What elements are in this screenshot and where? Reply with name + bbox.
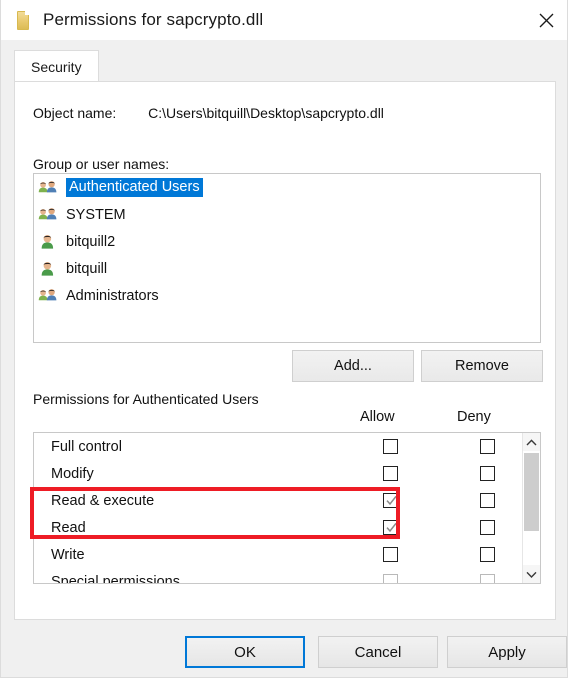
checkbox-allow[interactable]	[383, 547, 398, 562]
cancel-button[interactable]: Cancel	[318, 636, 438, 668]
checkbox-deny[interactable]	[480, 466, 495, 481]
chevron-up-icon[interactable]	[523, 433, 540, 451]
ok-button[interactable]: OK	[185, 636, 305, 668]
column-header-allow: Allow	[360, 409, 395, 425]
add-button[interactable]: Add...	[292, 350, 414, 382]
remove-button-label: Remove	[455, 358, 509, 374]
checkbox-allow[interactable]	[383, 574, 398, 583]
list-item-label: SYSTEM	[66, 206, 126, 223]
user-icon	[38, 259, 58, 279]
column-header-deny: Deny	[457, 409, 491, 425]
table-row: Write	[34, 541, 523, 568]
group-icon	[38, 178, 58, 198]
chevron-down-icon[interactable]	[523, 565, 540, 583]
tab-strip: Security	[1, 40, 567, 82]
list-item-label: Authenticated Users	[66, 178, 203, 197]
add-button-label: Add...	[334, 358, 372, 374]
checkbox-deny[interactable]	[480, 493, 495, 508]
document-icon	[13, 10, 33, 30]
table-row: Read	[34, 514, 523, 541]
apply-button-label: Apply	[488, 643, 526, 661]
checkbox-allow[interactable]	[383, 439, 398, 454]
checkbox-allow[interactable]	[383, 493, 398, 508]
table-row: Special permissions	[34, 568, 523, 584]
permission-name: Write	[51, 546, 85, 563]
scrollbar-thumb[interactable]	[524, 453, 539, 531]
permissions-list[interactable]: Full control Modify Read & execute Read Writ…	[33, 432, 541, 584]
ok-button-label: OK	[234, 643, 256, 661]
group-icon	[38, 286, 58, 306]
tab-security[interactable]: Security	[14, 50, 99, 82]
group-or-user-names-label: Group or user names:	[33, 156, 170, 172]
apply-button[interactable]: Apply	[447, 636, 567, 668]
permissions-title: Permissions for Authenticated Users	[33, 391, 259, 407]
checkbox-deny[interactable]	[480, 547, 495, 562]
security-tab-panel: Object name: C:\Users\bitquill\Desktop\s…	[14, 81, 556, 620]
object-name-row: Object name: C:\Users\bitquill\Desktop\s…	[33, 105, 384, 121]
permission-name: Read	[51, 519, 86, 536]
window-title: Permissions for sapcrypto.dll	[43, 10, 264, 29]
list-item[interactable]: bitquill	[34, 255, 540, 282]
table-row: Modify	[34, 460, 523, 487]
table-row: Full control	[34, 433, 523, 460]
permission-name: Special permissions	[51, 573, 180, 584]
permissions-rows: Full control Modify Read & execute Read Writ…	[34, 433, 523, 584]
table-row: Read & execute	[34, 487, 523, 514]
close-icon[interactable]	[523, 0, 567, 40]
tab-security-label: Security	[31, 58, 82, 75]
permission-name: Read & execute	[51, 492, 155, 509]
permission-name: Full control	[51, 438, 122, 455]
permissions-dialog: Permissions for sapcrypto.dll Security O…	[0, 0, 568, 678]
list-item-label: bitquill2	[66, 233, 116, 250]
object-name-value: C:\Users\bitquill\Desktop\sapcrypto.dll	[148, 105, 384, 121]
list-item-label: Administrators	[66, 287, 159, 304]
list-item[interactable]: bitquill2	[34, 228, 540, 255]
cancel-button-label: Cancel	[354, 643, 402, 661]
user-icon	[38, 232, 58, 252]
list-item[interactable]: Authenticated Users	[34, 174, 540, 201]
group-icon	[38, 205, 58, 225]
group-or-user-names-list[interactable]: Authenticated Users SYSTEM bitquill2 bitqui…	[33, 173, 541, 343]
permissions-scrollbar[interactable]	[522, 433, 540, 583]
checkbox-allow[interactable]	[383, 466, 398, 481]
checkbox-deny[interactable]	[480, 520, 495, 535]
checkbox-deny[interactable]	[480, 574, 495, 583]
list-item[interactable]: SYSTEM	[34, 201, 540, 228]
remove-button[interactable]: Remove	[421, 350, 543, 382]
object-name-label: Object name:	[33, 105, 117, 121]
checkbox-deny[interactable]	[480, 439, 495, 454]
list-item-label: bitquill	[66, 260, 108, 277]
title-bar: Permissions for sapcrypto.dll	[1, 0, 567, 40]
list-item[interactable]: Administrators	[34, 282, 540, 309]
checkbox-allow[interactable]	[383, 520, 398, 535]
permission-name: Modify	[51, 465, 94, 482]
